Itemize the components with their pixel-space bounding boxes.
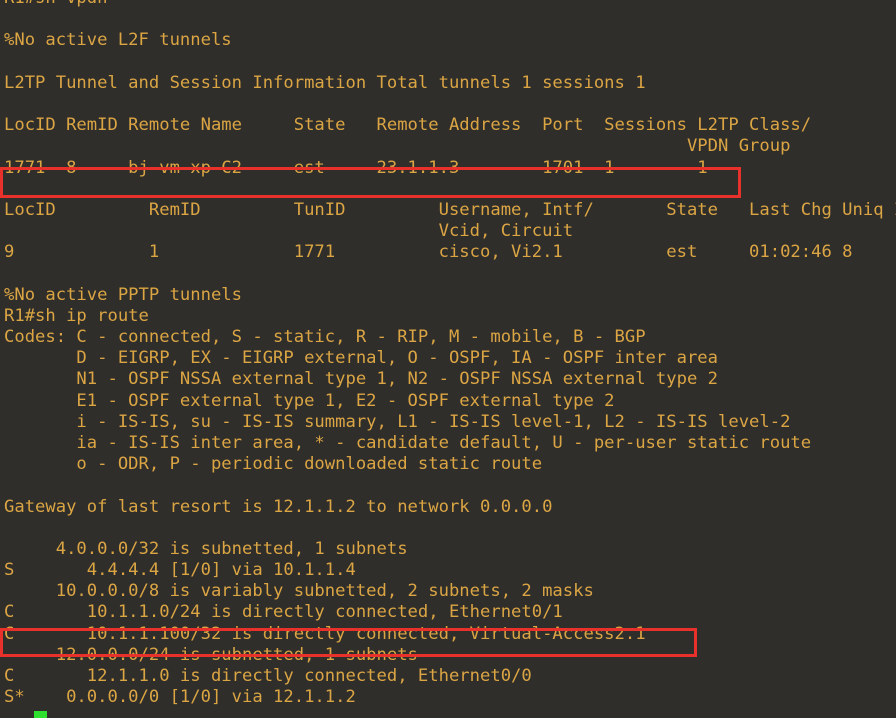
terminal-line: Gateway of last resort is 12.1.1.2 to ne… (4, 496, 553, 517)
terminal-line: E1 - OSPF external type 1, E2 - OSPF ext… (4, 390, 615, 411)
terminal-line: %No active L2F tunnels (4, 30, 232, 51)
terminal-line: R1#sh ip route (4, 305, 149, 326)
terminal-line: VPDN Group (4, 136, 791, 157)
terminal-line: i - IS-IS, su - IS-IS summary, L1 - IS-I… (4, 411, 791, 432)
terminal-line: S* 0.0.0.0/0 [1/0] via 12.1.1.2 (4, 687, 356, 708)
terminal-output: R1#sh vpdn %No active L2F tunnels L2TP T… (4, 0, 896, 708)
terminal-line: D - EIGRP, EX - EIGRP external, O - OSPF… (4, 348, 718, 369)
terminal-line: ia - IS-IS inter area, * - candidate def… (4, 432, 812, 453)
terminal-line: C 10.1.1.100/32 is directly connected, V… (4, 623, 646, 644)
terminal-line: N1 - OSPF NSSA external type 1, N2 - OSP… (4, 369, 718, 390)
terminal-line: Codes: C - connected, S - static, R - RI… (4, 327, 646, 347)
terminal-window[interactable]: R1#sh vpdn %No active L2F tunnels L2TP T… (0, 0, 896, 718)
terminal-line: 1771 8 bj-vm-xp-C2 est 23.1.1.3 1701 1 1 (4, 157, 708, 178)
terminal-line: R1#sh vpdn (4, 0, 896, 9)
terminal-line: LocID RemID TunID Username, Intf/ State … (4, 199, 896, 220)
terminal-line: o - ODR, P - periodic downloaded static … (4, 454, 543, 475)
terminal-line: C 10.1.1.0/24 is directly connected, Eth… (4, 602, 563, 623)
terminal-line: %No active PPTP tunnels (4, 284, 242, 305)
terminal-line: L2TP Tunnel and Session Information Tota… (4, 72, 646, 93)
terminal-line: 4.0.0.0/32 is subnetted, 1 subnets (4, 538, 408, 559)
terminal-line: 9 1 1771 cisco, Vi2.1 est 01:02:46 8 (4, 242, 853, 263)
terminal-line: 12.0.0.0/24 is subnetted, 1 subnets (4, 644, 418, 665)
text-cursor (34, 711, 47, 718)
terminal-line: S 4.4.4.4 [1/0] via 10.1.1.4 (4, 560, 356, 581)
terminal-line: LocID RemID Remote Name State Remote Add… (4, 115, 812, 136)
terminal-line: Vcid, Circuit (4, 221, 574, 242)
terminal-line: 10.0.0.0/8 is variably subnetted, 2 subn… (4, 581, 594, 602)
terminal-line: C 12.1.1.0 is directly connected, Ethern… (4, 666, 532, 686)
